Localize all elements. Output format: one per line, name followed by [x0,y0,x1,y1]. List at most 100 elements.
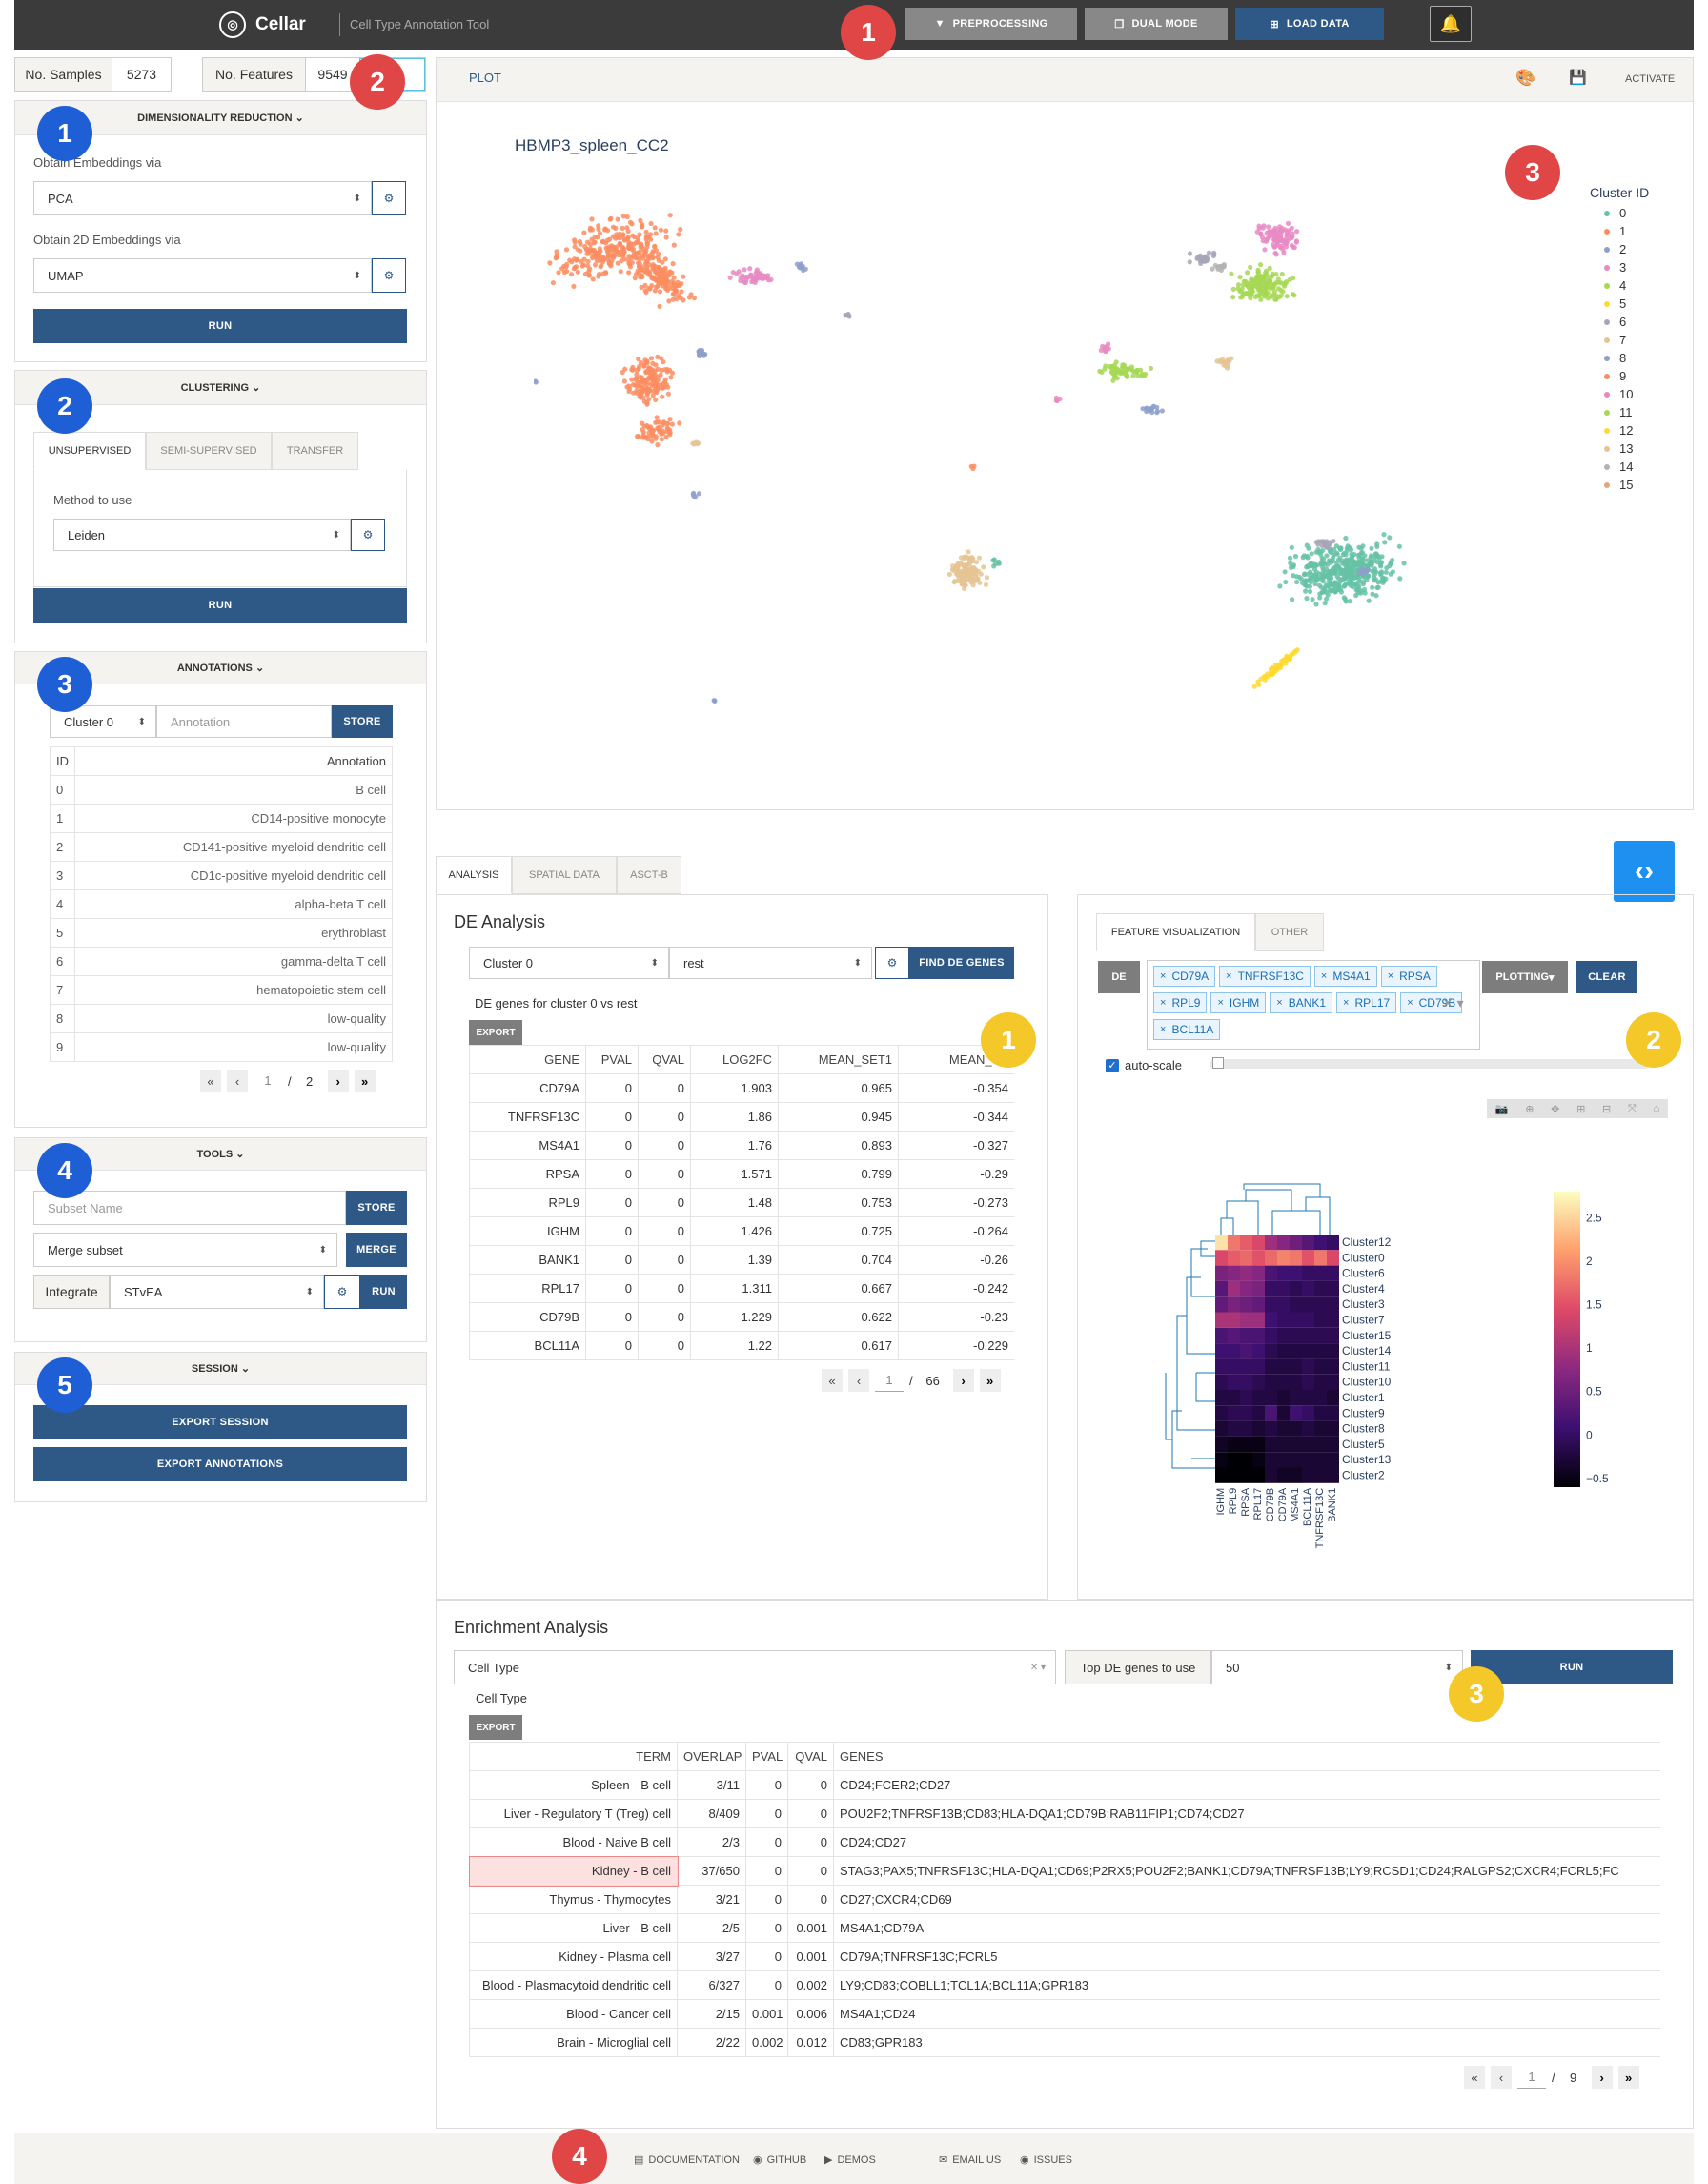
zoom-in-icon[interactable]: ⊞ [1576,1103,1585,1115]
dual-mode-button[interactable]: ❐ DUAL MODE [1085,8,1228,40]
annotation-row[interactable]: 5 erythroblast [50,918,393,948]
enrichment-col-header[interactable]: PVAL [745,1742,788,1771]
legend-item[interactable]: 6 [1604,313,1633,331]
remove-chip-icon[interactable]: × [1160,1024,1166,1035]
gene-chip[interactable]: × RPSA [1380,966,1437,987]
heatmap-chart[interactable]: Cluster12Cluster0Cluster6Cluster4Cluster… [1158,1182,1673,1582]
preprocessing-button[interactable]: ▼ PREPROCESSING [905,8,1077,40]
gene-chip[interactable]: × MS4A1 [1313,966,1377,987]
tab-asct-b[interactable]: ASCT-B [617,856,681,894]
tab-analysis[interactable]: ANALYSIS [436,856,512,894]
export-annotations-button[interactable]: EXPORT ANNOTATIONS [33,1447,407,1481]
merge-subset-select[interactable]: Merge subset ⬍ [33,1233,337,1267]
enrichment-table-row[interactable]: Spleen - B cell 3/11 0 0 CD24;FCER2;CD27 [469,1770,1660,1800]
camera-icon[interactable]: 📷 [1495,1103,1509,1115]
footer-link-github[interactable]: ◉ GITHUB [753,2153,806,2167]
clear-selection-icon[interactable]: ✕ ▾ [1442,995,1464,1011]
remove-chip-icon[interactable]: × [1160,970,1166,982]
legend-item[interactable]: 8 [1604,349,1633,367]
enrichment-col-header[interactable]: GENES [833,1742,1660,1771]
zoom-out-icon[interactable]: ⊟ [1602,1103,1611,1115]
enrichment-table-row[interactable]: Kidney - Plasma cell 3/27 0 0.001 CD79A;TNFR… [469,1942,1660,1971]
clustering-run-button[interactable]: RUN [33,588,407,623]
integrate-run-button[interactable]: RUN [360,1275,407,1309]
method-select[interactable]: Leiden ⬍ [53,519,351,551]
save-icon[interactable]: 💾 [1569,69,1587,86]
enrichment-table-row[interactable]: Kidney - B cell 37/650 0 0 STAG3;PAX5;TNFRSF… [469,1855,1660,1887]
next-page-icon[interactable]: › [952,1369,974,1392]
slider-handle[interactable] [1212,1057,1224,1069]
prev-page-icon[interactable]: ‹ [848,1369,869,1392]
legend-item[interactable]: 0 [1604,204,1633,222]
tab-feature-visualization[interactable]: FEATURE VISUALIZATION [1096,913,1255,951]
de-table-row[interactable]: BANK1 0 0 1.39 0.704 -0.26 [469,1245,1014,1275]
annotation-row[interactable]: 8 low-quality [50,1004,393,1033]
de-col-header[interactable]: QVAL [638,1045,691,1074]
top-genes-input[interactable]: 50 ⬍ [1211,1650,1463,1684]
embed2d-select[interactable]: UMAP ⬍ [33,258,372,293]
embed-settings-gear-icon[interactable]: ⚙ [372,181,406,215]
last-page-icon[interactable]: » [979,1369,1001,1392]
last-page-icon[interactable]: » [354,1070,376,1092]
tab-other[interactable]: OTHER [1255,913,1324,951]
integrate-settings-gear-icon[interactable]: ⚙ [324,1275,360,1309]
annotation-store-button[interactable]: STORE [332,705,393,738]
export-session-button[interactable]: EXPORT SESSION [33,1405,407,1439]
enrichment-table-row[interactable]: Liver - Regulatory T (Treg) cell 8/409 0 0 P… [469,1799,1660,1828]
legend-item[interactable]: 1 [1604,222,1633,240]
gene-chip[interactable]: × RPL9 [1153,992,1208,1013]
merge-button[interactable]: MERGE [346,1233,407,1267]
remove-chip-icon[interactable]: × [1276,997,1282,1009]
remove-chip-icon[interactable]: × [1160,997,1166,1009]
de-col-header[interactable]: LOG2FC [690,1045,779,1074]
enrichment-table-row[interactable]: Thymus - Thymocytes 3/21 0 0 CD27;CXCR4;CD69 [469,1885,1660,1914]
legend-item[interactable]: 7 [1604,331,1633,349]
last-page-icon[interactable]: » [1617,2066,1639,2089]
page-input[interactable]: 1 [1517,2066,1546,2089]
subset-name-input[interactable]: Subset Name [33,1191,346,1225]
stepper-icon[interactable]: ⬍ [1445,1663,1453,1673]
annotation-row[interactable]: 9 low-quality [50,1032,393,1062]
page-input[interactable]: 1 [254,1070,282,1092]
remove-chip-icon[interactable]: × [1321,970,1327,982]
cluster-legend[interactable]: 0 1 2 3 4 5 6 7 8 9 10 11 12 13 14 15 [1604,204,1633,494]
footer-link-documentation[interactable]: ▤ DOCUMENTATION [634,2153,740,2167]
gene-chip[interactable]: × RPL17 [1336,992,1397,1013]
clear-dropdown-icon[interactable]: ✕ ▾ [1030,1663,1046,1673]
de-table-row[interactable]: BCL11A 0 0 1.22 0.617 -0.229 [469,1331,1014,1360]
tab-transfer[interactable]: TRANSFER [272,432,358,470]
prev-page-icon[interactable]: ‹ [1491,2066,1512,2089]
legend-item[interactable]: 2 [1604,240,1633,258]
remove-chip-icon[interactable]: × [1407,997,1413,1009]
legend-item[interactable]: 3 [1604,258,1633,276]
de-export-button[interactable]: EXPORT [469,1020,522,1045]
find-de-genes-button[interactable]: FIND DE GENES [909,947,1014,979]
autoscale-slider[interactable] [1210,1057,1649,1069]
annotation-row[interactable]: 3 CD1c-positive myeloid dendritic cell [50,861,393,890]
gene-chip[interactable]: × BANK1 [1270,992,1333,1013]
gene-chip[interactable]: × TNFRSF13C [1219,966,1311,987]
tab-spatial-data[interactable]: SPATIAL DATA [512,856,617,894]
de-table-row[interactable]: RPL9 0 0 1.48 0.753 -0.273 [469,1188,1014,1217]
legend-item[interactable]: 15 [1604,476,1633,494]
annotation-row[interactable]: 4 alpha-beta T cell [50,889,393,919]
tab-semi-supervised[interactable]: SEMI-SUPERVISED [146,432,272,470]
load-data-button[interactable]: ⊞ LOAD DATA [1235,8,1384,40]
remove-chip-icon[interactable]: × [1226,970,1231,982]
method-settings-gear-icon[interactable]: ⚙ [351,519,385,551]
home-icon[interactable]: ⌂ [1653,1103,1659,1114]
de-table-row[interactable]: MS4A1 0 0 1.76 0.893 -0.327 [469,1131,1014,1160]
palette-icon[interactable]: 🎨 [1515,69,1535,88]
footer-link-demos[interactable]: ▶ DEMOS [824,2153,876,2167]
enrichment-col-header[interactable]: OVERLAP [677,1742,746,1771]
annotation-row[interactable]: 0B cell [50,775,393,805]
annotation-row[interactable]: 2 CD141-positive myeloid dendritic cell [50,832,393,862]
enrichment-table-row[interactable]: Blood - Naive B cell 2/3 0 0 CD24;CD27 [469,1827,1660,1857]
gene-chip[interactable]: × IGHM [1210,992,1267,1013]
legend-item[interactable]: 10 [1604,385,1633,403]
legend-item[interactable]: 14 [1604,458,1633,476]
legend-item[interactable]: 5 [1604,295,1633,313]
remove-chip-icon[interactable]: × [1217,997,1223,1009]
enrichment-table-row[interactable]: Blood - Plasmacytoid dendritic cell 6/327… [469,1970,1660,2000]
notification-bell-icon[interactable]: 🔔 [1430,6,1472,42]
